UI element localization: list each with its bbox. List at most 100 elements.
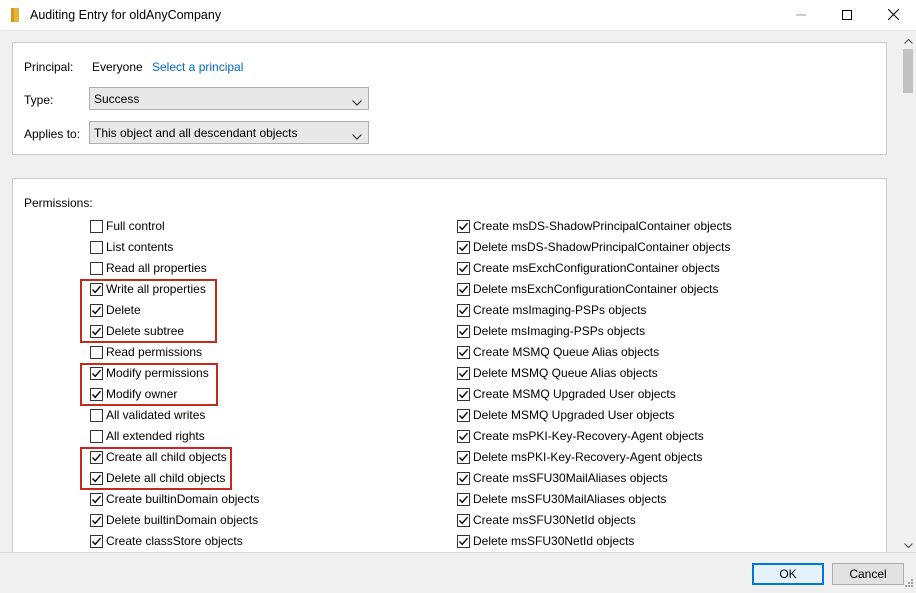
permission-row[interactable]: Delete all child objects — [90, 469, 225, 487]
maximize-button[interactable] — [824, 0, 870, 31]
permission-row[interactable]: Delete msDS-ShadowPrincipalContainer obj… — [457, 238, 730, 256]
vertical-scrollbar[interactable] — [900, 31, 916, 552]
checkmark-icon — [91, 495, 102, 503]
checkbox-checked[interactable] — [457, 303, 470, 317]
checkbox-checked[interactable] — [90, 303, 103, 317]
checkbox-checked[interactable] — [90, 450, 103, 464]
permission-row[interactable]: All extended rights — [90, 427, 205, 445]
permission-row[interactable]: Create msSFU30NetId objects — [457, 511, 636, 529]
dialog-footer: OK Cancel — [0, 552, 916, 593]
permission-row[interactable]: Full control — [90, 217, 165, 235]
permission-row[interactable]: Create builtinDomain objects — [90, 490, 259, 508]
checkbox-checked[interactable] — [457, 282, 470, 296]
permission-row[interactable]: Create MSMQ Upgraded User objects — [457, 385, 676, 403]
permission-label: Create builtinDomain objects — [106, 492, 260, 506]
permission-row[interactable]: Create classStore objects — [90, 532, 243, 550]
checkbox-checked[interactable] — [457, 429, 470, 443]
checkbox-checked[interactable] — [90, 471, 103, 485]
permission-row[interactable]: Create msImaging-PSPs objects — [457, 301, 646, 319]
checkbox-checked[interactable] — [90, 534, 103, 548]
scroll-down-button[interactable] — [900, 535, 916, 552]
permission-row[interactable]: Delete — [90, 301, 141, 319]
permission-row[interactable]: Delete MSMQ Upgraded User objects — [457, 406, 674, 424]
checkbox-unchecked[interactable] — [90, 408, 103, 422]
checkbox-checked[interactable] — [457, 324, 470, 338]
checkbox-checked[interactable] — [457, 534, 470, 548]
permission-row[interactable]: Delete msImaging-PSPs objects — [457, 322, 645, 340]
checkbox-checked[interactable] — [457, 471, 470, 485]
checkbox-checked[interactable] — [457, 387, 470, 401]
checkbox-checked[interactable] — [90, 492, 103, 506]
chevron-down-icon — [903, 537, 913, 551]
checkbox-checked[interactable] — [90, 324, 103, 338]
permission-row[interactable]: Read permissions — [90, 343, 202, 361]
permission-row[interactable]: Modify owner — [90, 385, 177, 403]
permission-row[interactable]: Delete MSMQ Queue Alias objects — [457, 364, 658, 382]
checkbox-checked[interactable] — [457, 219, 470, 233]
checkbox-checked[interactable] — [457, 366, 470, 380]
type-select[interactable]: Success — [89, 87, 369, 110]
permission-row[interactable]: Read all properties — [90, 259, 207, 277]
checkmark-icon — [458, 222, 469, 230]
checkbox-checked[interactable] — [90, 366, 103, 380]
permission-label: Create all child objects — [106, 450, 227, 464]
permission-row[interactable]: Delete msSFU30NetId objects — [457, 532, 634, 550]
checkbox-unchecked[interactable] — [90, 219, 103, 233]
checkmark-icon — [91, 474, 102, 482]
checkmark-icon — [458, 474, 469, 482]
checkbox-checked[interactable] — [457, 513, 470, 527]
checkbox-unchecked[interactable] — [90, 240, 103, 254]
checkbox-checked[interactable] — [90, 513, 103, 527]
permission-row[interactable]: Delete msSFU30MailAliases objects — [457, 490, 666, 508]
permission-row[interactable]: Create all child objects — [90, 448, 227, 466]
checkmark-icon — [458, 327, 469, 335]
permission-row[interactable]: Create msPKI-Key-Recovery-Agent objects — [457, 427, 704, 445]
permission-row[interactable]: Create msDS-ShadowPrincipalContainer obj… — [457, 217, 732, 235]
checkbox-unchecked[interactable] — [90, 429, 103, 443]
checkbox-checked[interactable] — [90, 282, 103, 296]
cancel-button[interactable]: Cancel — [832, 563, 904, 585]
checkbox-checked[interactable] — [457, 345, 470, 359]
permission-row[interactable]: Create msExchConfigurationContainer obje… — [457, 259, 720, 277]
scroll-up-button[interactable] — [900, 31, 916, 48]
permission-row[interactable]: Write all properties — [90, 280, 206, 298]
close-icon — [887, 8, 899, 23]
checkbox-unchecked[interactable] — [90, 345, 103, 359]
permission-row[interactable]: Create msSFU30MailAliases objects — [457, 469, 668, 487]
permission-label: Create msPKI-Key-Recovery-Agent objects — [473, 429, 704, 443]
checkbox-checked[interactable] — [457, 450, 470, 464]
checkbox-checked[interactable] — [457, 261, 470, 275]
close-button[interactable] — [870, 0, 916, 31]
checkmark-icon — [91, 285, 102, 293]
resize-grip-icon[interactable] — [904, 577, 914, 591]
scrollbar-thumb[interactable] — [903, 49, 913, 93]
checkmark-icon — [458, 390, 469, 398]
checkbox-checked[interactable] — [90, 387, 103, 401]
permission-label: Read permissions — [106, 345, 203, 359]
permission-row[interactable]: Delete builtinDomain objects — [90, 511, 258, 529]
checkmark-icon — [458, 495, 469, 503]
permission-row[interactable]: Delete msExchConfigurationContainer obje… — [457, 280, 718, 298]
permission-row[interactable]: Create MSMQ Queue Alias objects — [457, 343, 659, 361]
applies-to-select[interactable]: This object and all descendant objects — [89, 121, 369, 144]
folder-icon — [10, 8, 20, 22]
checkmark-icon — [458, 285, 469, 293]
permission-label: Write all properties — [106, 282, 206, 296]
permission-row[interactable]: Modify permissions — [90, 364, 209, 382]
permission-row[interactable]: Delete subtree — [90, 322, 184, 340]
checkbox-checked[interactable] — [457, 240, 470, 254]
type-select-value: Success — [94, 92, 140, 106]
checkmark-icon — [91, 453, 102, 461]
permission-row[interactable]: List contents — [90, 238, 173, 256]
permission-row[interactable]: Delete msPKI-Key-Recovery-Agent objects — [457, 448, 702, 466]
minimize-button[interactable] — [778, 0, 824, 31]
permission-label: Full control — [106, 219, 165, 233]
checkbox-checked[interactable] — [457, 408, 470, 422]
permission-label: Delete subtree — [106, 324, 185, 338]
ok-button[interactable]: OK — [752, 563, 824, 585]
select-principal-link[interactable]: Select a principal — [152, 60, 243, 74]
checkmark-icon — [91, 369, 102, 377]
permission-row[interactable]: All validated writes — [90, 406, 205, 424]
checkbox-checked[interactable] — [457, 492, 470, 506]
checkbox-unchecked[interactable] — [90, 261, 103, 275]
